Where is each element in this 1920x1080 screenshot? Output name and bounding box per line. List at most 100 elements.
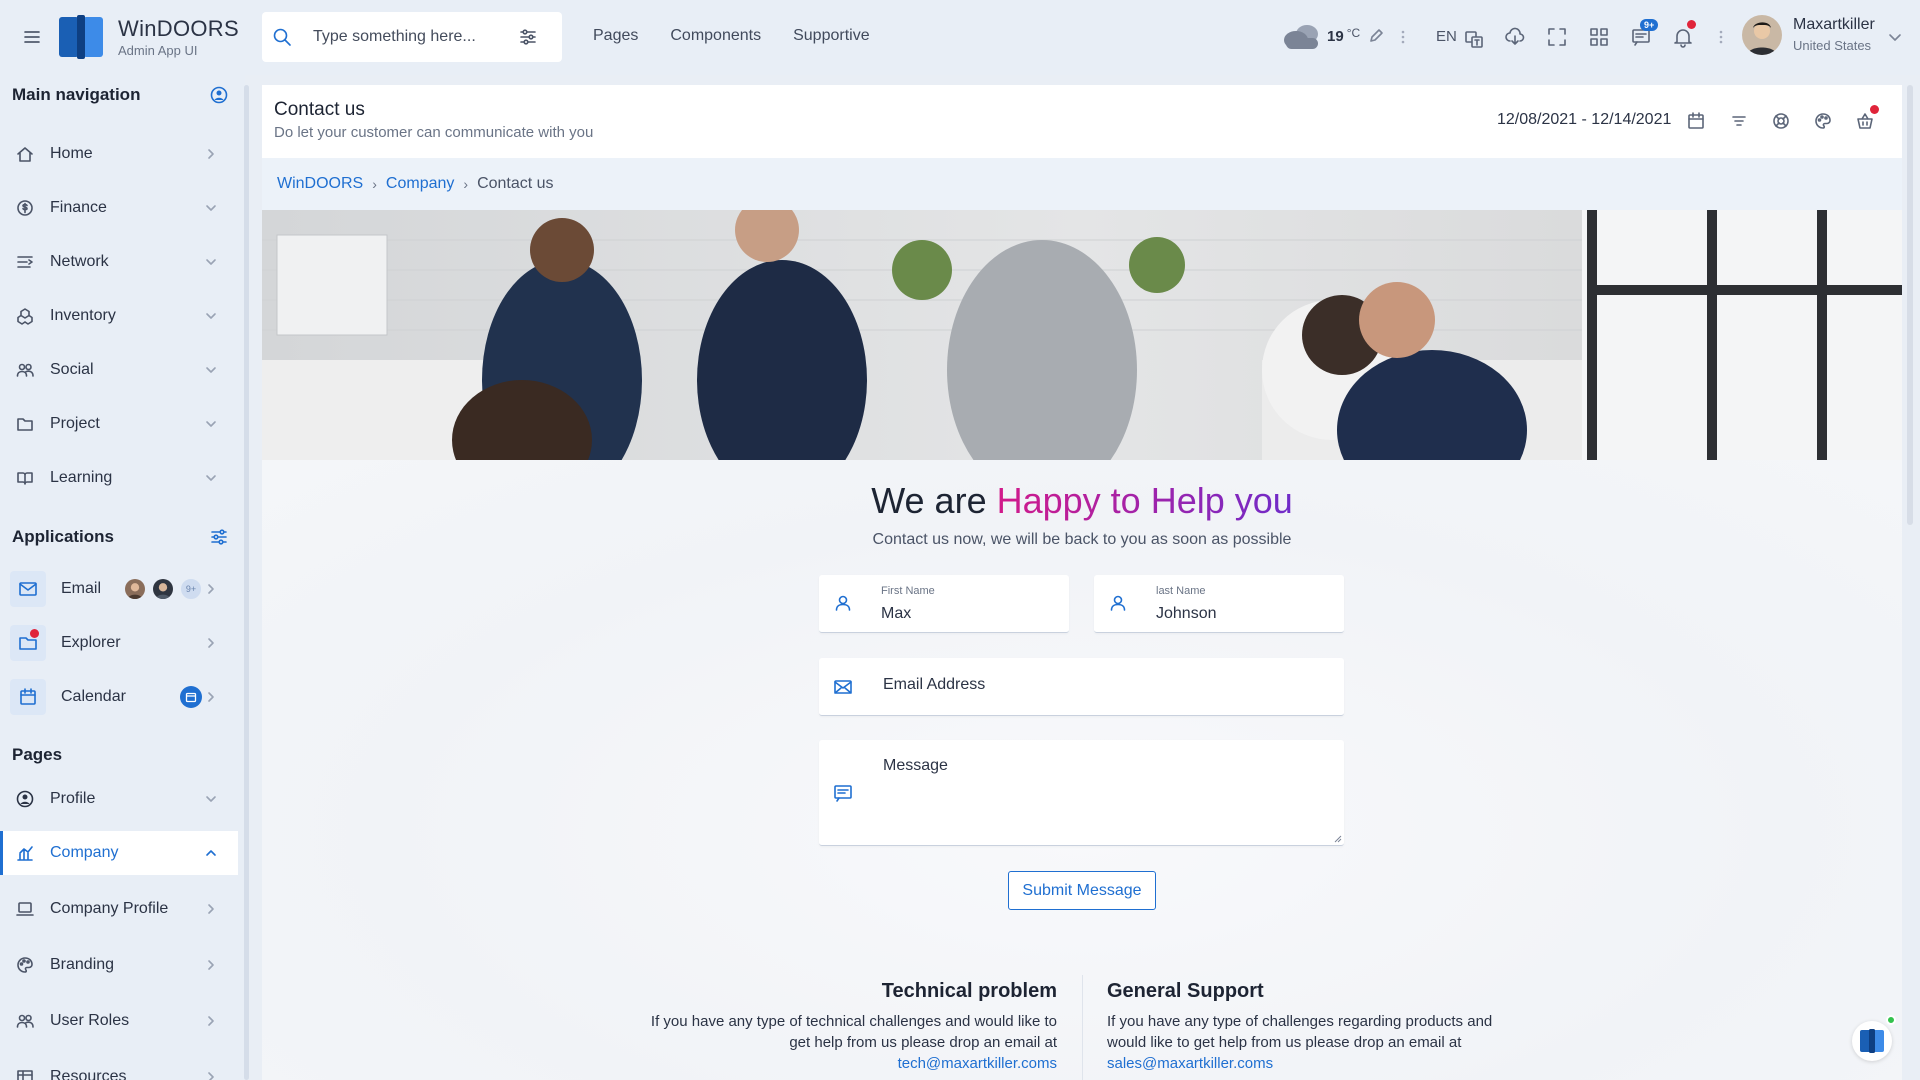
notification-dot (1870, 105, 1879, 114)
sidebar-item-learning[interactable]: Learning (0, 456, 238, 500)
sidebar-item-profile[interactable]: Profile (0, 777, 238, 821)
sidebar-item-branding[interactable]: Branding (0, 943, 238, 987)
last-name-input[interactable] (1156, 605, 1331, 623)
bell-icon[interactable] (1672, 26, 1694, 48)
technical-problem-block: Technical problem If you have any type o… (647, 980, 1057, 1074)
sidebar-item-resources[interactable]: Resources (0, 1055, 238, 1080)
cloud-download-icon[interactable] (1504, 26, 1526, 48)
app-item-calendar[interactable]: Calendar (0, 675, 238, 719)
palette-icon[interactable] (1813, 111, 1833, 131)
chevron-right-icon (204, 902, 218, 916)
language-code[interactable]: EN (1436, 28, 1457, 45)
page-subtitle: Do let your customer can communicate wit… (274, 124, 594, 141)
sidebar-item-label: Network (50, 253, 109, 270)
topnav-components[interactable]: Components (670, 27, 761, 45)
first-name-label: First Name (881, 585, 935, 597)
settings-sliders-icon[interactable] (210, 528, 228, 546)
sidebar-item-label: Project (50, 415, 100, 432)
cloud-icon (1281, 20, 1323, 52)
breadcrumb-company[interactable]: Company (386, 175, 454, 193)
page-title: Contact us (274, 99, 365, 120)
user-circle-icon[interactable] (210, 86, 228, 104)
search-input[interactable] (313, 28, 513, 46)
last-name-field[interactable]: last Name (1094, 575, 1344, 633)
chevron-right-icon (204, 147, 218, 161)
message-input[interactable] (883, 757, 1323, 837)
filter-icon[interactable] (1729, 111, 1749, 131)
chevron-right-icon (204, 958, 218, 972)
search-icon[interactable] (272, 27, 292, 47)
sidebar-item-social[interactable]: Social (0, 348, 238, 392)
sidebar-item-company[interactable]: Company (0, 831, 238, 875)
tech-email-link[interactable]: tech@maxartkiller.coms (898, 1055, 1057, 1072)
pencil-icon[interactable] (1368, 28, 1384, 44)
folder-icon (10, 625, 46, 661)
chevron-right-icon (204, 1014, 218, 1028)
user-avatar[interactable] (1742, 15, 1782, 55)
lifebuoy-icon[interactable] (1771, 111, 1791, 131)
email-input[interactable] (883, 676, 1323, 694)
network-icon (16, 253, 34, 271)
page-header: Contact us Do let your customer can comm… (262, 85, 1902, 158)
applications-title: Applications (12, 527, 115, 546)
chevron-down-icon[interactable] (1887, 29, 1903, 45)
user-name[interactable]: Maxartkiller (1793, 16, 1875, 34)
email-field[interactable] (819, 658, 1344, 716)
sidebar-item-company-profile[interactable]: Company Profile (0, 887, 238, 931)
date-range[interactable]: 12/08/2021 - 12/14/2021 (1497, 111, 1671, 129)
sidebar-item-project[interactable]: Project (0, 402, 238, 446)
resize-handle-icon[interactable] (1334, 835, 1342, 843)
sidebar-item-user-roles[interactable]: User Roles (0, 999, 238, 1043)
general-support-title: General Support (1107, 980, 1264, 1002)
translate-icon[interactable] (1463, 28, 1485, 50)
calendar-icon (10, 679, 46, 715)
content-scrollbar[interactable] (1907, 85, 1913, 525)
folder-icon (16, 415, 34, 433)
more-vertical-icon[interactable] (1400, 30, 1406, 44)
top-bar: WinDOORS Admin App UI Pages Components S… (0, 0, 1920, 75)
sidebar-item-home[interactable]: Home (0, 132, 238, 176)
message-field[interactable] (819, 740, 1344, 846)
sidebar-item-label: Finance (50, 199, 107, 216)
sidebar-item-finance[interactable]: Finance (0, 186, 238, 230)
weather-widget[interactable]: 19 °C (1281, 20, 1384, 52)
messages-badge: 9+ (1640, 19, 1659, 31)
general-support-description: If you have any type of challenges regar… (1107, 1013, 1493, 1051)
windoors-logo (57, 13, 107, 61)
topnav-pages[interactable]: Pages (593, 27, 638, 45)
calendar-icon[interactable] (1686, 111, 1706, 131)
sidebar-item-label: Learning (50, 469, 113, 486)
app-title: WinDOORS (118, 16, 239, 41)
hamburger-menu-icon[interactable] (22, 27, 42, 47)
shopping-basket-icon[interactable] (1855, 111, 1875, 131)
technical-problem-title: Technical problem (881, 980, 1057, 1002)
sidebar-item-inventory[interactable]: Inventory (0, 294, 238, 338)
apps-grid-icon[interactable] (1588, 26, 1610, 48)
topnav-supportive[interactable]: Supportive (793, 27, 870, 45)
avatar (151, 577, 175, 601)
weather-temp: 19 (1327, 27, 1344, 45)
filter-sliders-icon[interactable] (518, 27, 538, 47)
sidebar-item-label: User Roles (50, 1012, 130, 1029)
sales-email-link[interactable]: sales@maxartkiller.coms (1107, 1055, 1273, 1072)
more-vertical-icon[interactable] (1718, 30, 1724, 44)
sidebar-item-network[interactable]: Network (0, 240, 238, 284)
sidebar-item-label: Inventory (50, 307, 116, 324)
breadcrumb-home[interactable]: WinDOORS (277, 175, 363, 193)
app-item-explorer[interactable]: Explorer (0, 621, 238, 665)
first-name-field[interactable]: First Name (819, 575, 1069, 633)
app-item-email[interactable]: Email 9+ (0, 567, 238, 611)
palette-icon (16, 956, 34, 974)
fullscreen-icon[interactable] (1546, 26, 1568, 48)
main-navigation-title: Main navigation (12, 85, 141, 104)
general-support-block: General Support If you have any type of … (1107, 980, 1517, 1074)
envelope-icon (10, 571, 46, 607)
floating-app-button[interactable] (1852, 1021, 1892, 1061)
app-item-label: Calendar (61, 688, 126, 705)
sidebar-scrollbar[interactable] (244, 85, 249, 1080)
breadcrumb: WinDOORS › Company › Contact us (262, 158, 1902, 210)
submit-message-button[interactable]: Submit Message (1008, 871, 1156, 910)
chevron-right-icon (204, 582, 218, 596)
first-name-input[interactable] (881, 605, 1056, 623)
technical-problem-text: If you have any type of technical challe… (647, 1011, 1057, 1074)
